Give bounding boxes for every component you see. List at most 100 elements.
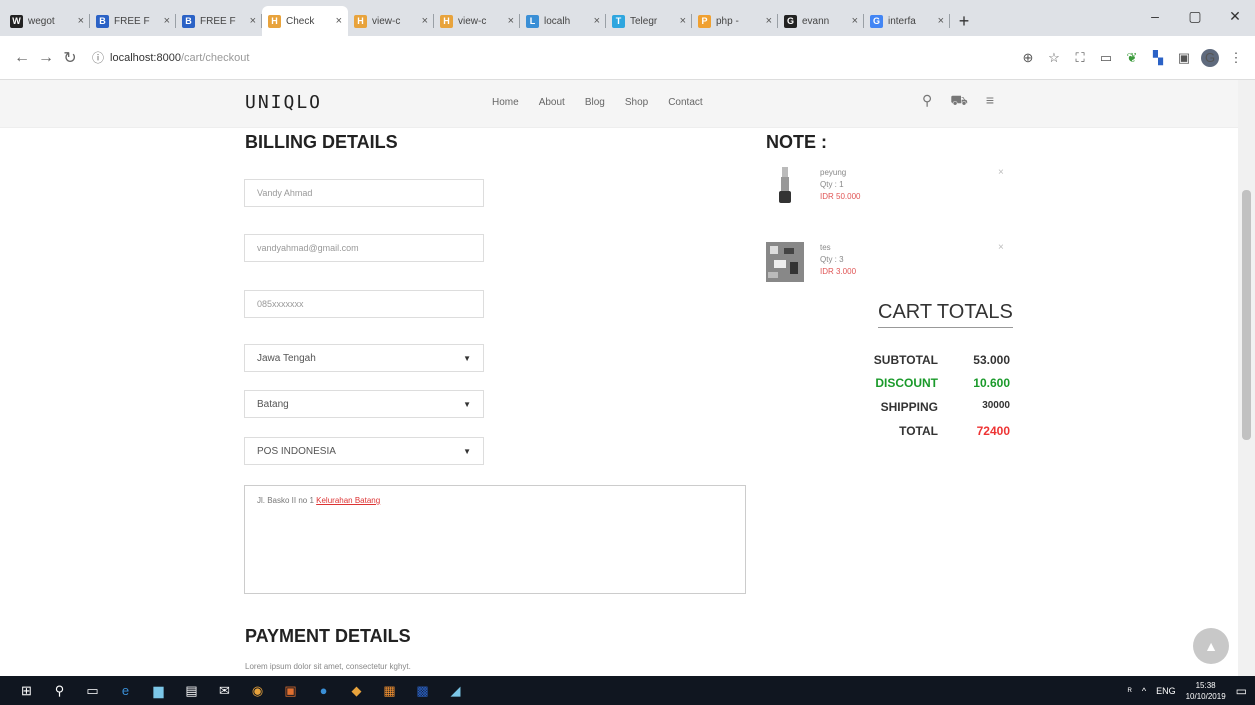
clock[interactable]: 15:38 10/10/2019 (1186, 680, 1226, 702)
store-icon[interactable]: ▤ (175, 676, 208, 705)
people-icon[interactable]: ᴿ (1128, 686, 1132, 696)
page-scrollbar[interactable] (1238, 80, 1255, 676)
tab-close-icon[interactable]: × (336, 15, 342, 27)
forward-arrow-icon[interactable]: → (34, 49, 58, 67)
cast-extension-icon[interactable]: ▭ (1097, 49, 1115, 67)
tab-title: FREE F (200, 15, 236, 27)
new-tab-button[interactable]: + (950, 6, 978, 36)
remove-item-icon[interactable]: × (998, 167, 1004, 178)
courier-select[interactable]: POS INDONESIA ▼ (244, 437, 484, 465)
tab-close-icon[interactable]: × (164, 15, 170, 27)
billing-details-heading: BILLING DETAILS (245, 132, 398, 152)
remove-item-icon[interactable]: × (998, 242, 1004, 253)
cart-totals-heading: CART TOTALS (878, 301, 1013, 328)
tab-favicon-icon: B (182, 14, 195, 28)
browser-toolbar: ← → ↻ ⓘ localhost:8000/cart/checkout ⊕ ☆… (0, 36, 1255, 80)
province-select[interactable]: Jawa Tengah ▼ (244, 344, 484, 372)
page-viewport: UNIQLO Home About Blog Shop Contact ⚲ ⛟ … (0, 80, 1255, 676)
menu-item-shop[interactable]: Shop (625, 97, 648, 108)
git-icon[interactable]: ◆ (340, 676, 373, 705)
browser-tab[interactable]: Pphp - × (692, 6, 778, 36)
browser-tab[interactable]: B FREE F × (176, 6, 262, 36)
main-menu: Home About Blog Shop Contact (492, 97, 703, 108)
tab-title: interfa (888, 15, 916, 27)
capture-extension-icon[interactable]: ▣ (1175, 49, 1193, 67)
bookmark-star-icon[interactable]: ☆ (1045, 49, 1063, 67)
tab-close-icon[interactable]: × (766, 15, 772, 27)
tab-close-icon[interactable]: × (852, 15, 858, 27)
tab-favicon-icon: H (440, 14, 453, 28)
browser-tab[interactable]: Llocalh × (520, 6, 606, 36)
browser-tab[interactable]: Ginterfa × (864, 6, 950, 36)
sublime-text-icon[interactable]: ▦ (373, 676, 406, 705)
tray-expand-icon[interactable]: ^ (1142, 686, 1146, 696)
menu-item-about[interactable]: About (539, 97, 565, 108)
cart-item-name: peyung (820, 168, 847, 177)
leaf-extension-icon[interactable]: ❦ (1123, 49, 1141, 67)
browser-tab[interactable]: Gevann × (778, 6, 864, 36)
tab-close-icon[interactable]: × (680, 15, 686, 27)
maps-icon[interactable]: ● (307, 676, 340, 705)
browser-tab[interactable]: T Telegr × (606, 6, 692, 36)
total-value: 72400 (976, 424, 1010, 438)
tab-close-icon[interactable]: × (78, 15, 84, 27)
tab-title: Telegr (630, 15, 658, 27)
cart-icon[interactable]: ⛟ (950, 92, 968, 111)
browser-tab[interactable]: H Check × (262, 6, 348, 36)
tab-close-icon[interactable]: × (422, 15, 428, 27)
app-icon[interactable]: ◢ (439, 676, 472, 705)
tab-close-icon[interactable]: × (594, 15, 600, 27)
browser-tab[interactable]: Wwegot × (4, 6, 90, 36)
tab-close-icon[interactable]: × (250, 15, 256, 27)
menu-item-home[interactable]: Home (492, 97, 519, 108)
tab-list: Wwegot × B FREE F × B FREE F × H Check × Hview-c × Hv… (4, 6, 950, 36)
close-window-button[interactable]: ✕ (1215, 0, 1255, 32)
site-logo[interactable]: UNIQLO (245, 92, 322, 113)
tab-favicon-icon: G (870, 14, 883, 28)
translate-extension-icon[interactable]: ▚ (1149, 49, 1167, 67)
scroll-to-top-button[interactable]: ▲ (1193, 628, 1229, 664)
windows-start-icon[interactable]: ⊞ (10, 676, 43, 705)
hamburger-menu-icon[interactable]: ≡ (986, 92, 994, 111)
clock-time: 15:38 (1195, 680, 1216, 690)
address-bar[interactable]: ⓘ localhost:8000/cart/checkout (92, 44, 992, 72)
payment-description: Lorem ipsum dolor sit amet, consectetur … (245, 662, 411, 671)
task-view-icon[interactable]: ▭ (76, 676, 109, 705)
tab-close-icon[interactable]: × (508, 15, 514, 27)
site-info-icon[interactable]: ⓘ (92, 49, 104, 66)
xampp-icon[interactable]: ▣ (274, 676, 307, 705)
mail-icon[interactable]: ✉ (208, 676, 241, 705)
name-field[interactable]: Vandy Ahmad (244, 179, 484, 207)
zoom-icon[interactable]: ⊕ (1019, 49, 1037, 67)
browser-tab[interactable]: B FREE F × (90, 6, 176, 36)
search-icon[interactable]: ⚲ (43, 676, 76, 705)
dropdown-arrow-icon: ▼ (463, 399, 471, 409)
clock-date: 10/10/2019 (1185, 691, 1226, 701)
city-value: Batang (257, 398, 289, 410)
browser-menu-icon[interactable]: ⋮ (1227, 49, 1245, 67)
scrollbar-thumb[interactable] (1242, 190, 1251, 440)
menu-item-blog[interactable]: Blog (585, 97, 605, 108)
city-select[interactable]: Batang ▼ (244, 390, 484, 418)
email-field[interactable]: vandyahmad@gmail.com (244, 234, 484, 262)
tab-close-icon[interactable]: × (938, 15, 944, 27)
browser-tab[interactable]: Hview-c × (348, 6, 434, 36)
address-textarea[interactable]: Jl. Basko II no 1 Kelurahan Batang (244, 485, 746, 594)
edge-browser-icon[interactable]: e (109, 676, 142, 705)
desktop-app-icon[interactable]: ▆ (142, 676, 175, 705)
chrome-browser-icon[interactable]: ◉ (241, 676, 274, 705)
keyboard-language[interactable]: ENG (1156, 686, 1176, 696)
reload-icon[interactable]: ↻ (58, 48, 82, 68)
profile-avatar[interactable]: G (1201, 48, 1219, 67)
screenshot-extension-icon[interactable]: ⛶ (1071, 49, 1089, 67)
notification-icon[interactable]: ▭ (1236, 684, 1247, 698)
phone-field[interactable]: 085xxxxxxx (244, 290, 484, 318)
back-arrow-icon[interactable]: ← (10, 49, 34, 67)
word-icon[interactable]: ▩ (406, 676, 439, 705)
menu-item-contact[interactable]: Contact (668, 97, 702, 108)
browser-tab[interactable]: Hview-c × (434, 6, 520, 36)
minimize-button[interactable]: – (1135, 0, 1175, 32)
maximize-button[interactable]: ▢ (1175, 0, 1215, 32)
search-icon[interactable]: ⚲ (922, 92, 932, 111)
cart-item-details: peyung Qty : 1 IDR 50.000 (820, 167, 860, 203)
